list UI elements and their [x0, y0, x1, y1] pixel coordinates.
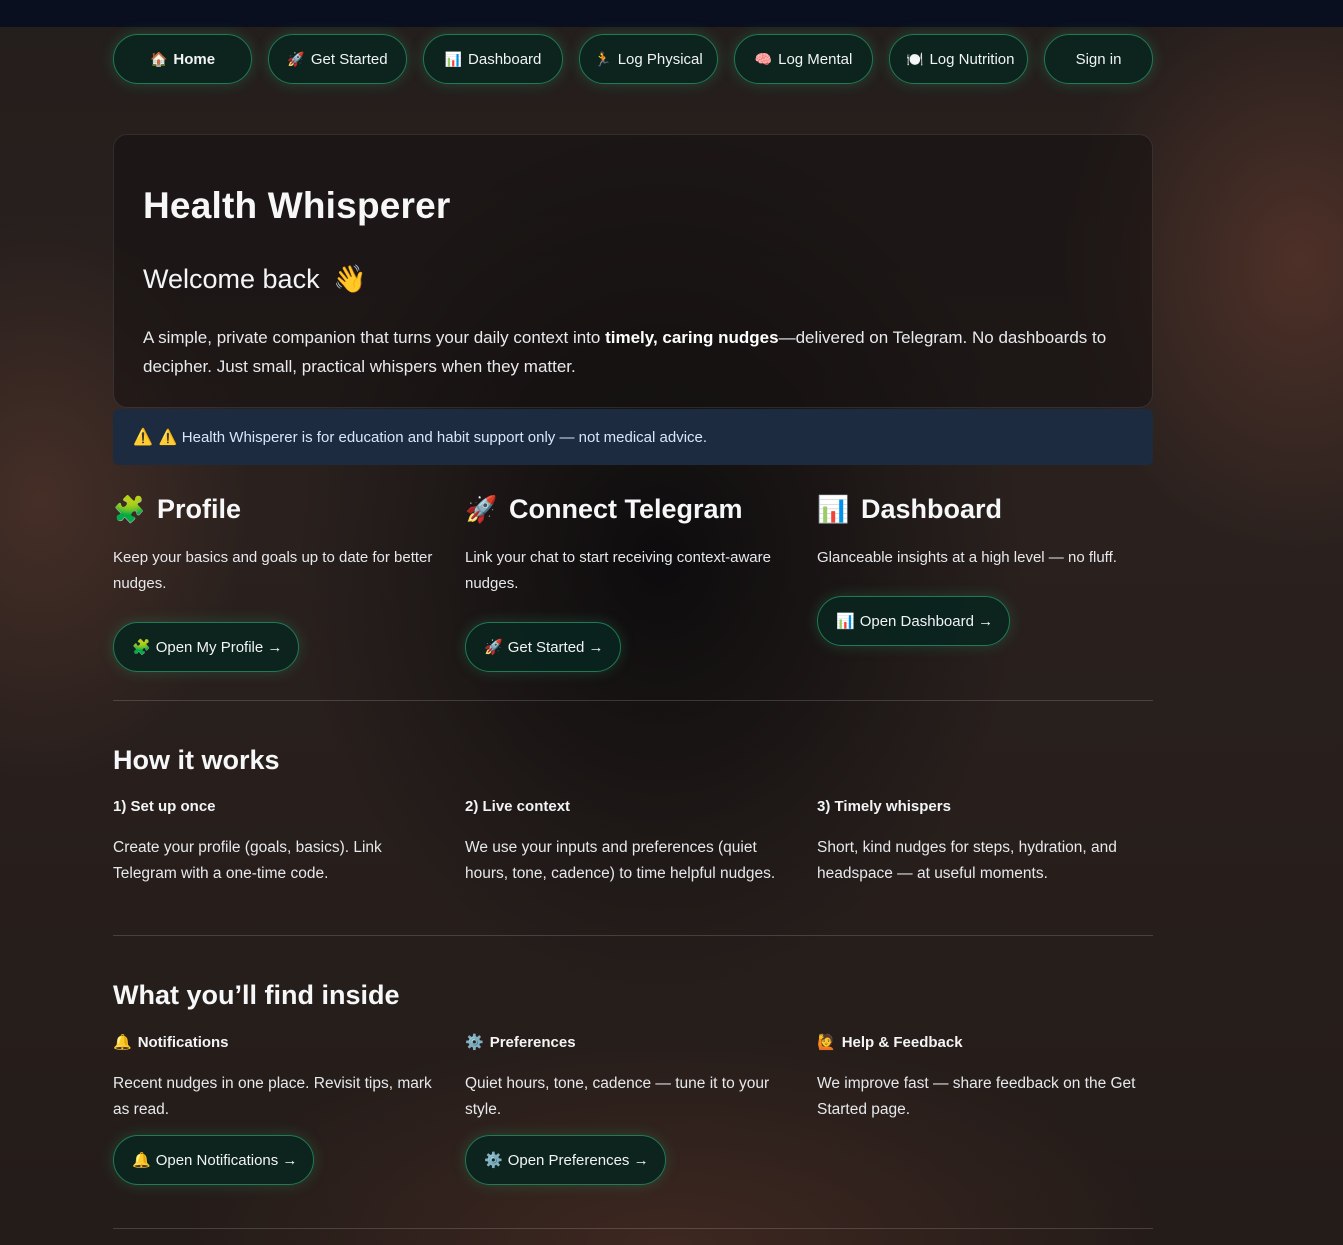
open-profile-label: Open My Profile → — [155, 638, 283, 656]
bar-chart-icon: 📊 — [836, 613, 855, 630]
disclaimer-text: ⚠️ Health Whisperer is for education and… — [158, 429, 708, 446]
welcome-heading: Welcome back 👋 — [143, 263, 367, 295]
nav-log-mental-button[interactable]: 🧠 Log Mental — [734, 34, 873, 84]
puzzle-icon: 🧩 — [132, 639, 151, 656]
waving-hand-icon: 👋 — [333, 264, 367, 294]
nav-sign-in-button[interactable]: Sign in — [1044, 34, 1153, 84]
step-item: 1) Set up once Create your profile (goal… — [113, 798, 443, 887]
step-item: 2) Live context We use your inputs and p… — [465, 798, 795, 887]
step-description: Create your profile (goals, basics). Lin… — [113, 839, 382, 882]
nav-home-label: Home — [173, 50, 216, 68]
house-icon: 🏠 — [149, 50, 168, 67]
telegram-card: 🚀 Connect Telegram Link your chat to sta… — [465, 494, 795, 672]
brain-icon: 🧠 — [754, 50, 773, 67]
nav-log-mental-label: Log Mental — [778, 50, 853, 68]
rocket-icon: 🚀 — [287, 50, 305, 67]
nav-log-nutrition-label: Log Nutrition — [929, 50, 1015, 68]
profile-card-heading: Profile — [157, 494, 242, 524]
bell-icon: 🔔 — [113, 1034, 132, 1051]
get-started-button[interactable]: 🚀 Get Started → — [465, 622, 621, 672]
intro-paragraph: A simple, private companion that turns y… — [143, 323, 1118, 381]
open-preferences-label: Open Preferences → — [507, 1151, 649, 1169]
bar-chart-icon: 📊 — [444, 50, 463, 67]
bar-chart-icon: 📊 — [817, 494, 850, 524]
telegram-card-description: Link your chat to start receiving contex… — [465, 549, 771, 592]
help-feedback-heading: Help & Feedback — [841, 1033, 963, 1051]
open-notifications-button[interactable]: 🔔 Open Notifications → — [113, 1135, 315, 1185]
step-title: 1) Set up once — [113, 798, 216, 815]
telegram-card-title: 🚀 Connect Telegram — [465, 494, 795, 525]
nav-get-started-label: Get Started — [310, 50, 388, 68]
step-title: 3) Timely whispers — [817, 798, 951, 815]
preferences-feature: ⚙️ Preferences Quiet hours, tone, cadenc… — [465, 1033, 795, 1185]
dashboard-card: 📊 Dashboard Glanceable insights at a hig… — [817, 494, 1147, 646]
open-notifications-label: Open Notifications → — [155, 1151, 298, 1169]
step-title: 2) Live context — [465, 798, 571, 815]
inside-heading: What you’ll find inside — [113, 980, 400, 1010]
profile-card-description: Keep your basics and goals up to date fo… — [113, 549, 433, 592]
nav-home-button[interactable]: 🏠 Home — [113, 34, 252, 84]
nav-log-physical-button[interactable]: 🏃 Log Physical — [579, 34, 718, 84]
runner-icon: 🏃 — [594, 50, 612, 67]
help-feedback-description: We improve fast — share feedback on the … — [817, 1075, 1136, 1118]
notifications-feature: 🔔 Notifications Recent nudges in one pla… — [113, 1033, 443, 1185]
nav-log-physical-label: Log Physical — [617, 50, 703, 68]
plate-icon: 🍽️ — [906, 50, 924, 67]
welcome-text: Welcome back — [143, 264, 320, 294]
profile-card-title: 🧩 Profile — [113, 494, 443, 525]
top-header-bar — [0, 0, 1343, 27]
preferences-description: Quiet hours, tone, cadence — tune it to … — [465, 1075, 770, 1118]
step-description: Short, kind nudges for steps, hydration,… — [817, 839, 1117, 882]
preferences-heading: Preferences — [489, 1033, 576, 1051]
help-feedback-feature: 🙋 Help & Feedback We improve fast — shar… — [817, 1033, 1147, 1123]
how-it-works-heading: How it works — [113, 745, 280, 775]
nav-sign-in-label: Sign in — [1075, 50, 1122, 68]
dashboard-card-title: 📊 Dashboard — [817, 494, 1147, 525]
dashboard-card-description: Glanceable insights at a high level — no… — [817, 549, 1117, 566]
warning-icon: ⚠️ — [133, 429, 153, 446]
profile-card: 🧩 Profile Keep your basics and goals up … — [113, 494, 443, 672]
help-feedback-title: 🙋 Help & Feedback — [817, 1033, 1147, 1052]
step-description: We use your inputs and preferences (quie… — [465, 839, 776, 882]
notifications-heading: Notifications — [137, 1033, 229, 1051]
nav-get-started-button[interactable]: 🚀 Get Started — [268, 34, 407, 84]
step-item: 3) Timely whispers Short, kind nudges fo… — [817, 798, 1147, 887]
intro-text-bold: timely, caring nudges — [605, 328, 779, 347]
notifications-description: Recent nudges in one place. Revisit tips… — [113, 1075, 432, 1118]
page-title: Health Whisperer — [143, 185, 451, 226]
rocket-icon: 🚀 — [484, 639, 503, 656]
open-dashboard-button[interactable]: 📊 Open Dashboard → — [817, 596, 1011, 646]
section-divider — [113, 1228, 1153, 1229]
disclaimer-banner: ⚠️ ⚠️ Health Whisperer is for education … — [113, 409, 1153, 465]
open-profile-button[interactable]: 🧩 Open My Profile → — [113, 622, 300, 672]
hero-card: Health Whisperer Welcome back 👋 A simple… — [113, 134, 1153, 408]
nav-dashboard-label: Dashboard — [468, 50, 542, 68]
notifications-title: 🔔 Notifications — [113, 1033, 443, 1052]
section-divider — [113, 935, 1153, 936]
open-preferences-button[interactable]: ⚙️ Open Preferences → — [465, 1135, 666, 1185]
nav-log-nutrition-button[interactable]: 🍽️ Log Nutrition — [889, 34, 1028, 84]
telegram-card-heading: Connect Telegram — [509, 494, 743, 524]
preferences-title: ⚙️ Preferences — [465, 1033, 795, 1052]
open-dashboard-label: Open Dashboard → — [859, 612, 994, 630]
bell-icon: 🔔 — [132, 1152, 151, 1169]
gear-icon: ⚙️ — [484, 1152, 503, 1169]
dashboard-card-heading: Dashboard — [861, 494, 1003, 524]
gear-icon: ⚙️ — [465, 1034, 484, 1051]
top-navigation: 🏠 Home 🚀 Get Started 📊 Dashboard 🏃 Log P… — [113, 34, 1153, 84]
raised-hand-icon: 🙋 — [817, 1034, 836, 1051]
rocket-icon: 🚀 — [465, 494, 498, 524]
section-divider — [113, 700, 1153, 701]
nav-dashboard-button[interactable]: 📊 Dashboard — [423, 34, 563, 84]
intro-text-start: A simple, private companion that turns y… — [143, 328, 606, 347]
get-started-label: Get Started → — [507, 638, 604, 656]
puzzle-icon: 🧩 — [113, 494, 146, 524]
